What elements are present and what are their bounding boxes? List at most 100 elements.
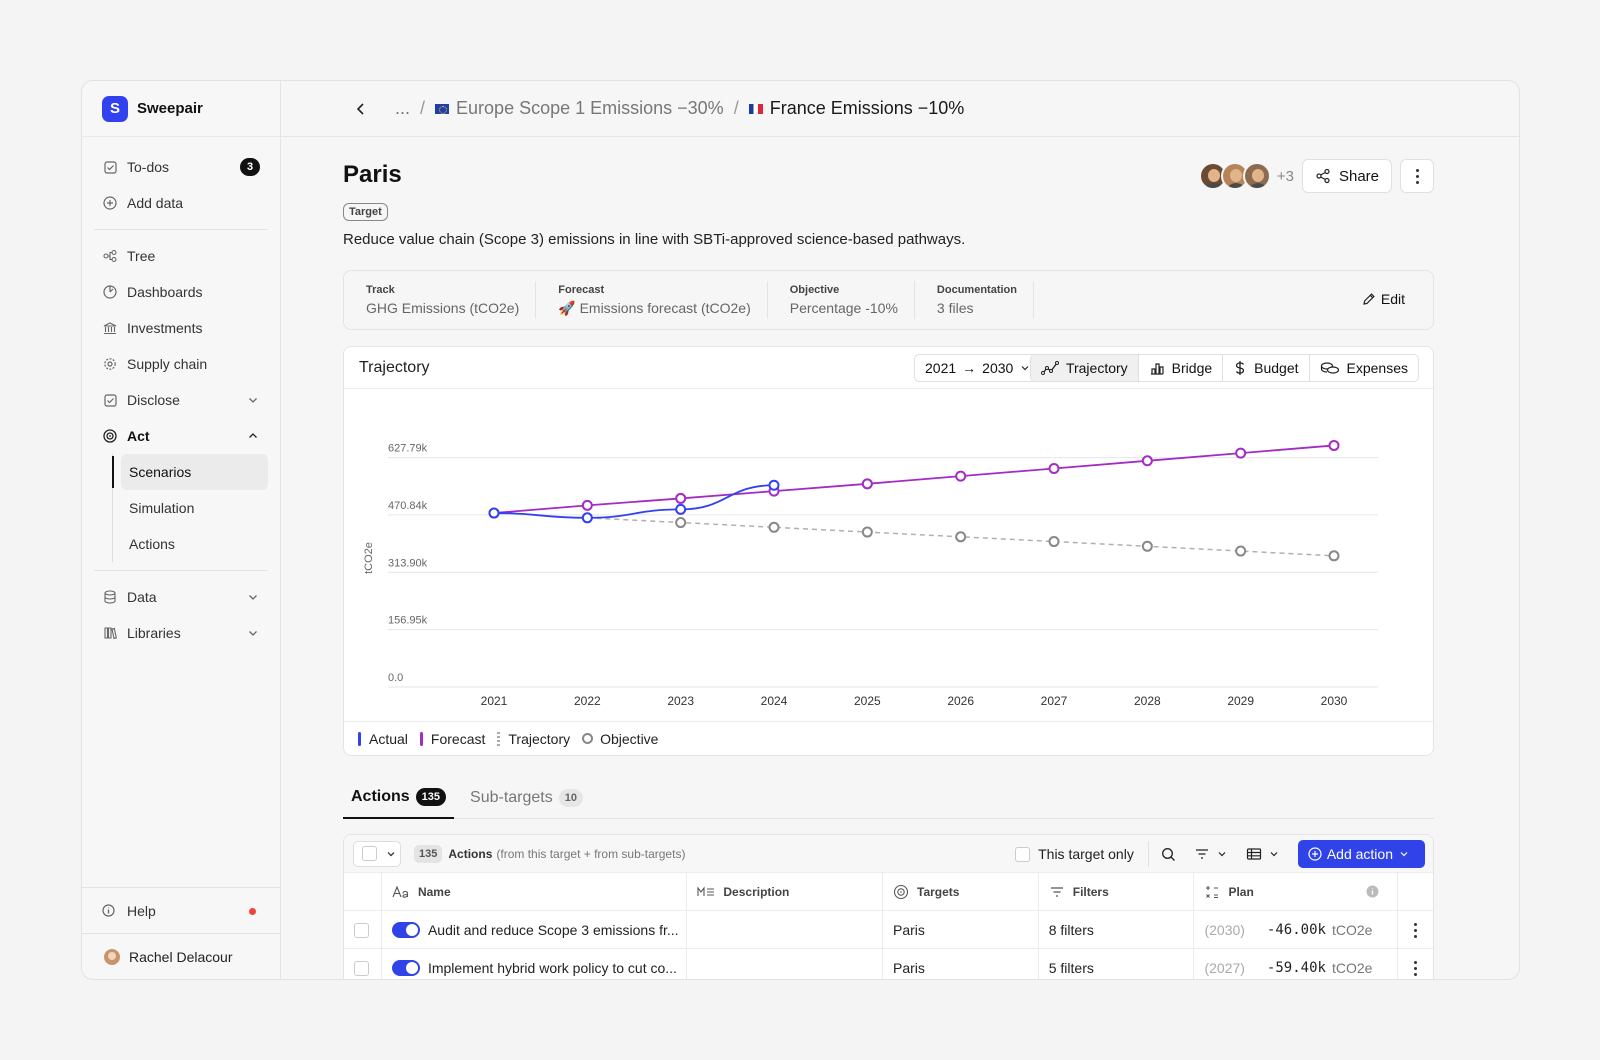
name-cell[interactable]: Audit and reduce Scope 3 emissions fr... <box>382 911 688 949</box>
view-options-button[interactable] <box>1246 847 1280 861</box>
action-enabled-toggle[interactable] <box>391 922 420 938</box>
breadcrumb-ellipsis[interactable]: ... <box>395 98 410 119</box>
year-range-select[interactable]: 2021 → 2030 <box>914 354 1043 382</box>
select-all-checkbox[interactable] <box>362 846 377 861</box>
back-arrow-icon[interactable] <box>353 99 373 119</box>
meta-forecast[interactable]: Forecast 🚀 Emissions forecast (tCO2e) <box>536 281 768 319</box>
sidebar-item-supply-chain[interactable]: Supply chain <box>94 346 268 382</box>
legend-objective[interactable]: Objective <box>582 731 658 747</box>
forecast-point <box>1048 462 1060 474</box>
row-checkbox[interactable] <box>354 960 369 976</box>
plan-cell[interactable]: (2030) -46.00k tCO2e <box>1194 911 1399 949</box>
chevron-down-icon[interactable] <box>246 393 260 407</box>
y-tick-label: 313.90k <box>388 557 428 569</box>
row-menu-button[interactable] <box>1398 911 1433 949</box>
legend-label: Objective <box>600 730 659 747</box>
chevron-down-icon <box>1400 852 1408 857</box>
sidebar-item-actions[interactable]: Actions <box>121 526 268 562</box>
this-target-only-checkbox[interactable] <box>1015 846 1031 862</box>
share-button[interactable]: Share <box>1301 159 1392 193</box>
sidebar-item-libraries[interactable]: Libraries <box>94 615 268 651</box>
this-target-only-toggle[interactable]: This target only <box>1015 846 1134 862</box>
meta-track[interactable]: Track GHG Emissions (tCO2e) <box>344 281 537 319</box>
tab-sub-targets[interactable]: Sub-targets 10 <box>462 777 591 819</box>
breadcrumb-parent[interactable]: Europe Scope 1 Emissions −30% <box>435 98 724 119</box>
legend-forecast[interactable]: Forecast <box>419 731 485 747</box>
collaborators[interactable]: +3 <box>1198 162 1294 190</box>
sidebar-item-act[interactable]: Act <box>94 418 268 454</box>
chevron-down-icon <box>1270 852 1278 857</box>
meta-label: Objective <box>789 284 840 296</box>
sidebar-item-investments[interactable]: Investments <box>94 310 268 346</box>
legend-label: Trajectory <box>508 730 571 747</box>
name-cell[interactable]: Implement hybrid work policy to cut co..… <box>382 949 688 979</box>
view-budget[interactable]: Budget <box>1223 355 1310 381</box>
sidebar-footer: Help Rachel Delacour <box>82 887 280 979</box>
add-action-button[interactable]: Add action <box>1297 840 1425 868</box>
column-header-description[interactable]: Description <box>687 873 884 911</box>
help-link[interactable]: Help <box>82 887 280 933</box>
description-cell[interactable] <box>687 911 884 949</box>
y-axis-label: tCO2e <box>363 542 375 574</box>
trajectory-chart-card: Trajectory 2021 → 2030 Trajectory Bridge… <box>343 346 1434 756</box>
column-header-plan[interactable]: Plan <box>1194 873 1399 911</box>
sidebar-item-data[interactable]: Data <box>94 579 268 615</box>
more-options-button[interactable] <box>1400 159 1434 193</box>
sidebar-item-label: To-dos <box>127 159 170 175</box>
breadcrumb-current-label: France Emissions −10% <box>769 98 965 118</box>
legend-trajectory[interactable]: Trajectory <box>497 731 570 747</box>
sidebar-item-add-data[interactable]: Add data <box>94 185 268 221</box>
description-cell[interactable] <box>687 949 884 979</box>
filters-cell[interactable]: 5 filters <box>1039 949 1195 979</box>
filter-icon <box>1195 849 1208 859</box>
table-row[interactable]: Implement hybrid work policy to cut co..… <box>344 949 1433 979</box>
meta-objective[interactable]: Objective Percentage -10% <box>768 281 915 319</box>
targets-cell[interactable]: Paris <box>883 949 1039 979</box>
row-select-cell <box>344 911 382 949</box>
actual-point <box>675 503 687 515</box>
divider <box>94 570 268 571</box>
edit-label: Edit <box>1380 291 1405 307</box>
sidebar-item-label: Add data <box>127 195 184 211</box>
forecast-point <box>861 478 873 490</box>
user-profile[interactable]: Rachel Delacour <box>82 933 280 979</box>
sidebar-item-scenarios[interactable]: Scenarios <box>121 454 268 490</box>
plan-unit: tCO2e <box>1331 922 1373 938</box>
table-row[interactable]: Audit and reduce Scope 3 emissions fr...… <box>344 911 1433 949</box>
filters-cell[interactable]: 8 filters <box>1039 911 1195 949</box>
edit-button[interactable]: Edit <box>1362 291 1405 307</box>
column-header-targets[interactable]: Targets <box>883 873 1039 911</box>
sidebar-item-todos[interactable]: To-dos 3 <box>94 149 268 185</box>
column-header-name[interactable]: Name <box>382 873 688 911</box>
breadcrumb-separator: / <box>733 98 739 118</box>
row-menu-button[interactable] <box>1398 949 1433 979</box>
action-enabled-toggle[interactable] <box>391 960 420 976</box>
view-switcher: Trajectory Bridge Budget Expenses <box>1029 354 1419 382</box>
meta-value: 🚀 Emissions forecast (tCO2e) <box>558 299 751 316</box>
view-expenses[interactable]: Expenses <box>1310 355 1418 381</box>
table-header: Name Description Targets Filters Plan <box>344 873 1433 911</box>
tab-actions[interactable]: Actions 135 <box>343 777 455 819</box>
sidebar-item-simulation[interactable]: Simulation <box>121 490 268 526</box>
x-tick-label: 2029 <box>1227 694 1254 708</box>
bulk-select[interactable] <box>353 840 401 867</box>
chevron-down-icon[interactable] <box>246 626 260 640</box>
targets-cell[interactable]: Paris <box>883 911 1039 949</box>
actions-table: 135 Actions (from this target + from sub… <box>343 834 1434 979</box>
chevron-up-icon[interactable] <box>246 429 260 443</box>
view-trajectory[interactable]: Trajectory <box>1030 355 1139 381</box>
column-header-filters[interactable]: Filters <box>1039 873 1195 911</box>
row-checkbox[interactable] <box>354 922 369 938</box>
chevron-down-icon[interactable] <box>246 590 260 604</box>
view-bridge[interactable]: Bridge <box>1139 355 1224 381</box>
legend-actual[interactable]: Actual <box>358 731 408 747</box>
sidebar-item-tree[interactable]: Tree <box>94 238 268 274</box>
sidebar-item-disclose[interactable]: Disclose <box>94 382 268 418</box>
info-icon[interactable] <box>1366 885 1379 898</box>
filter-button[interactable] <box>1194 847 1228 861</box>
plan-cell[interactable]: (2027) -59.40k tCO2e <box>1194 949 1399 979</box>
sidebar-item-dashboards[interactable]: Dashboards <box>94 274 268 310</box>
search-button[interactable] <box>1161 847 1176 862</box>
meta-documentation[interactable]: Documentation 3 files <box>915 281 1034 319</box>
brand[interactable]: S Sweepair <box>82 81 280 137</box>
